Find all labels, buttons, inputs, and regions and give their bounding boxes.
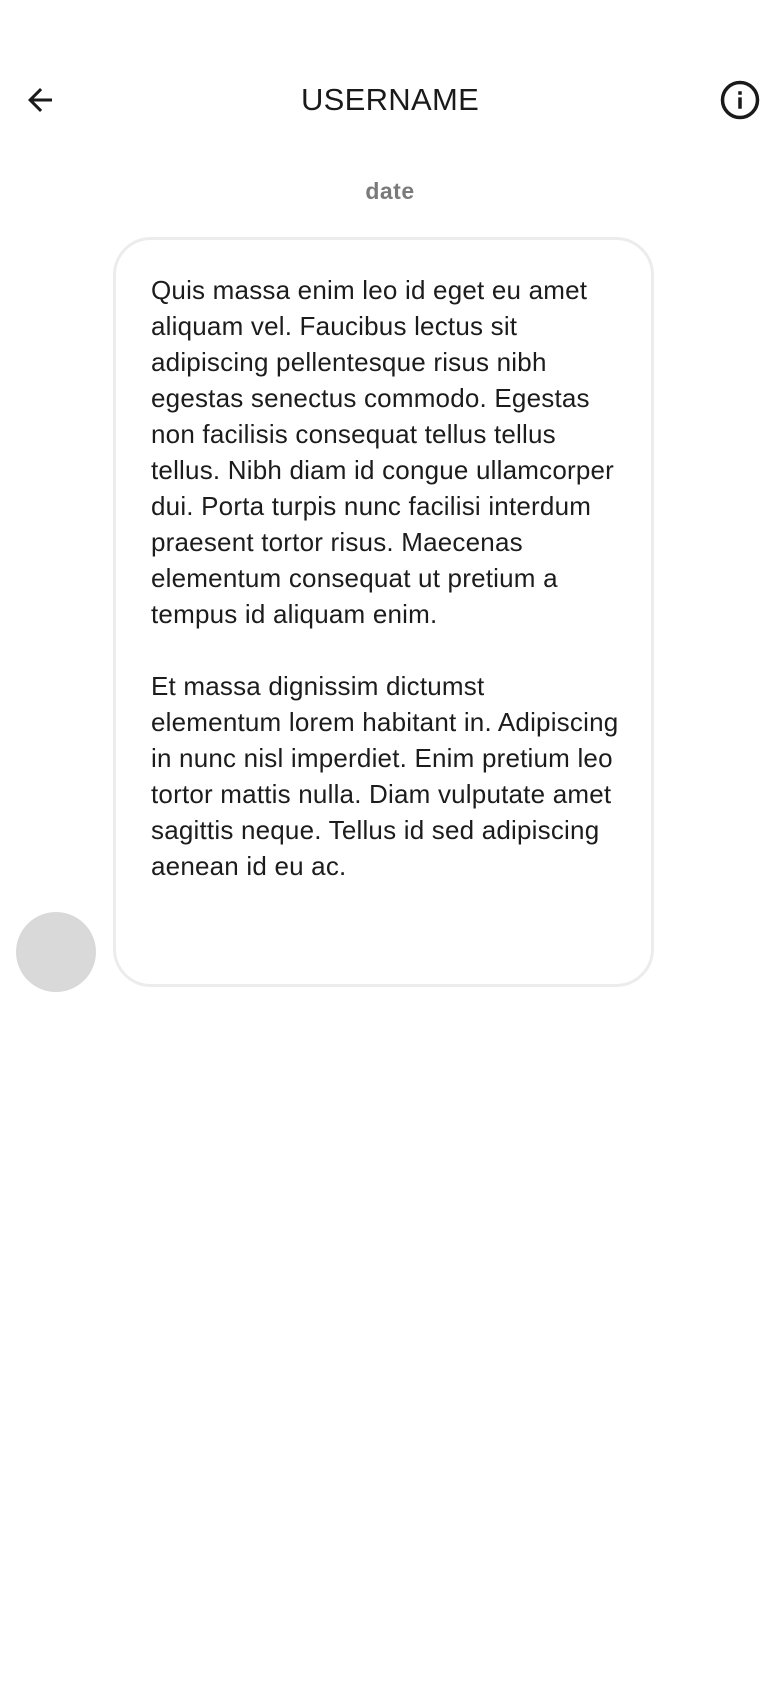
message-paragraph: Et massa dignissim dictumst elementum lo… xyxy=(151,671,619,881)
message-bubble[interactable]: Quis massa enim leo id eget eu amet aliq… xyxy=(113,237,654,987)
info-button[interactable] xyxy=(716,76,764,124)
message-paragraph: Quis massa enim leo id eget eu amet aliq… xyxy=(151,275,615,629)
page-title: USERNAME xyxy=(300,82,480,117)
info-circle-icon xyxy=(720,80,760,120)
message-date: date xyxy=(365,178,415,204)
avatar[interactable] xyxy=(16,912,96,992)
top-app-bar: USERNAME xyxy=(0,58,780,142)
